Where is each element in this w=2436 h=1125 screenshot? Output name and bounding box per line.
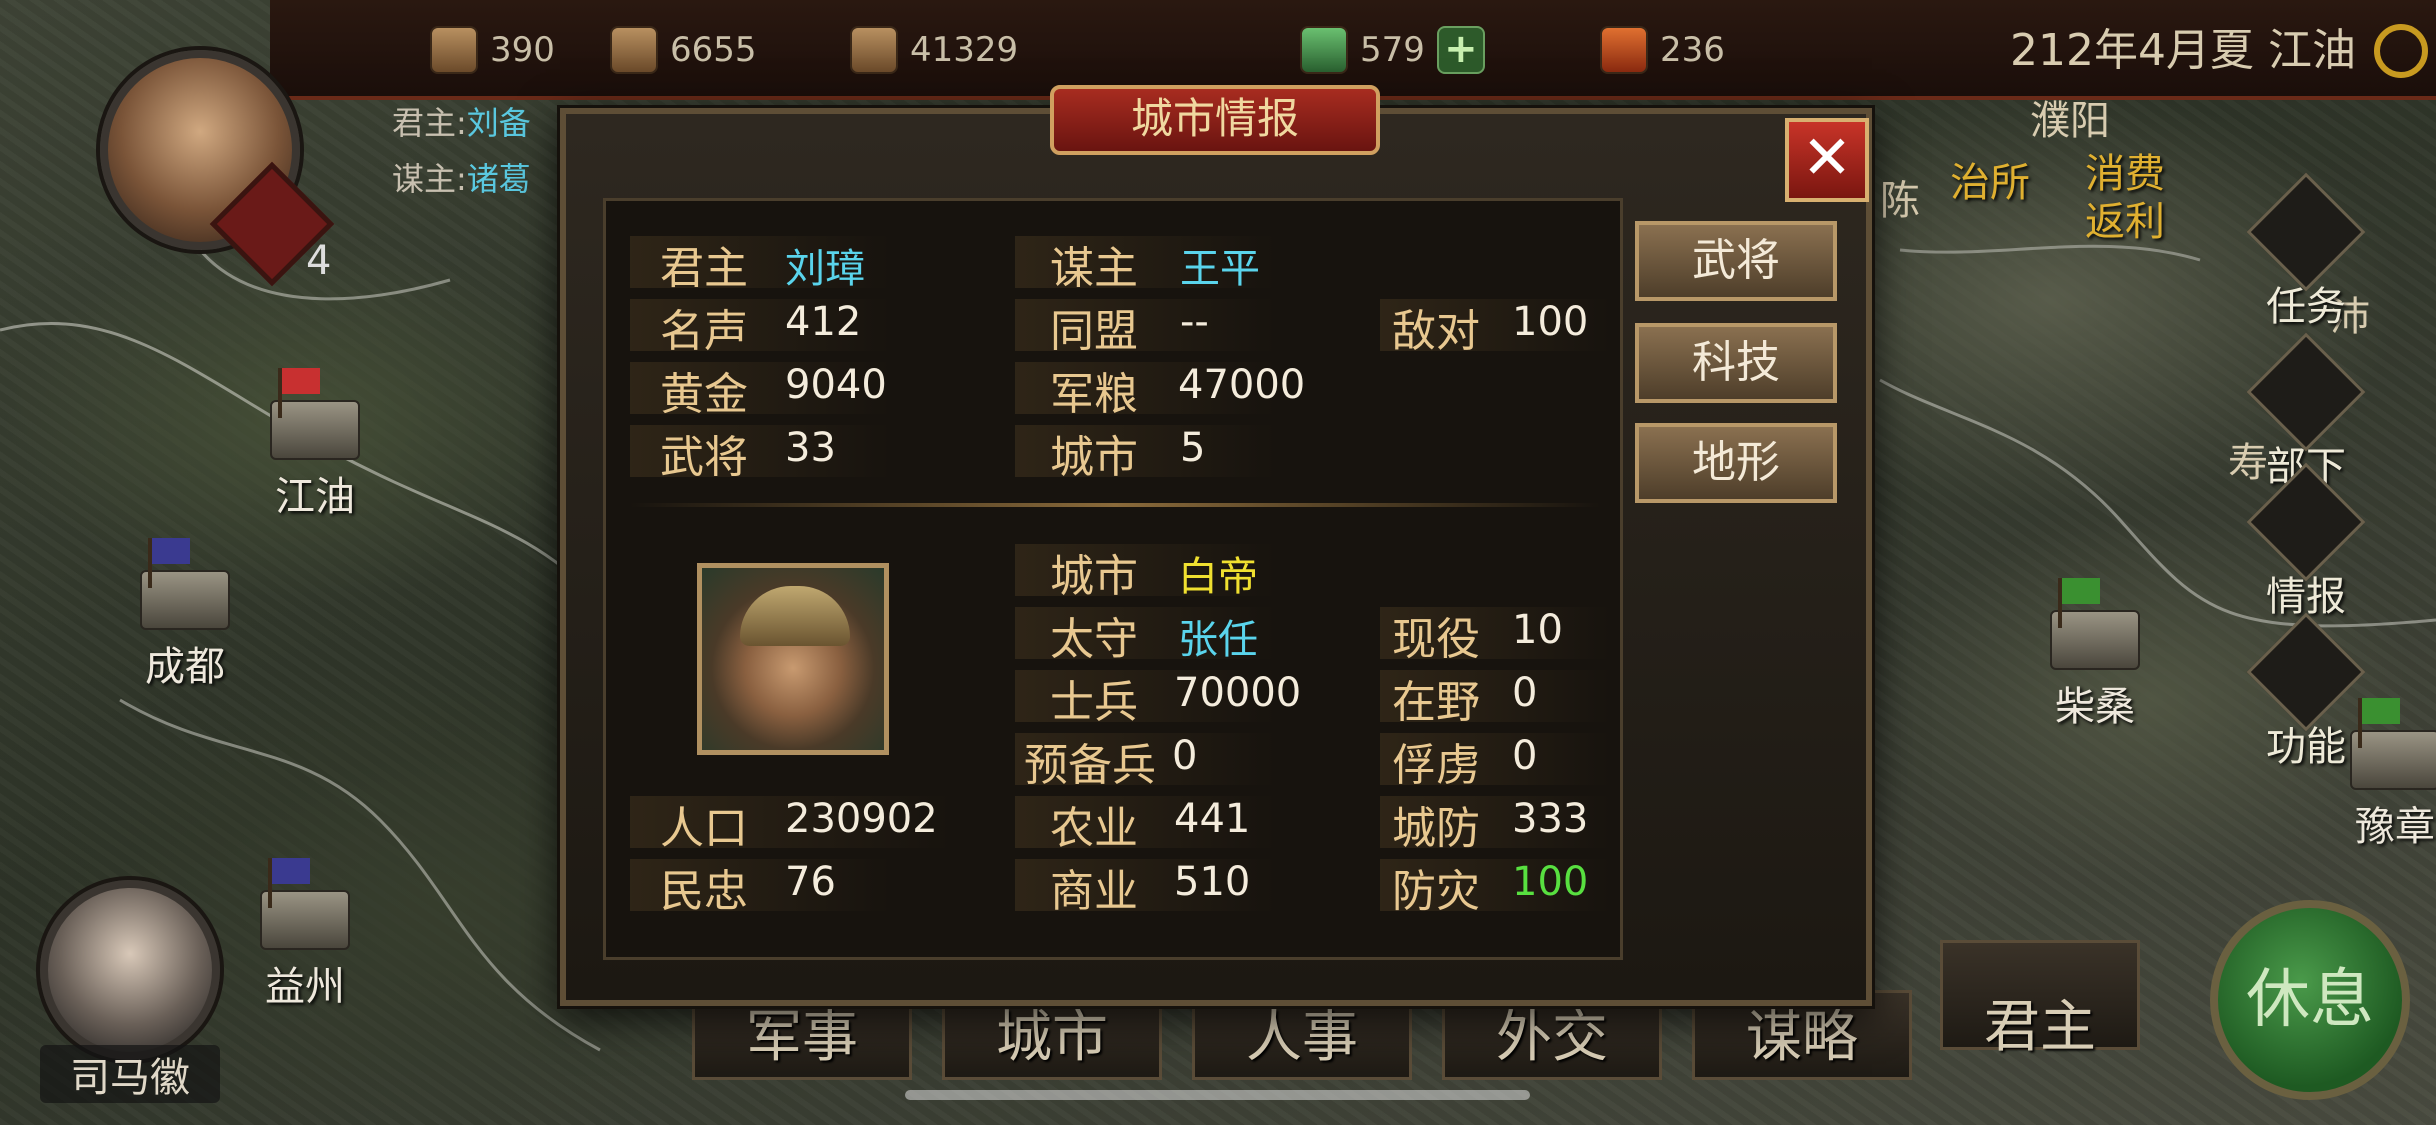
intel-icon [2246,462,2366,582]
coin-pouch-icon [610,26,658,74]
ruler-line: 君主:刘备 [392,104,531,142]
cities-value: 5 [1180,425,1206,471]
active-value: 10 [1512,607,1563,653]
city-marker-chengdu[interactable]: 成都 [140,538,230,692]
soldiers-label: 士兵 [1050,677,1138,728]
strategist-value: 王平 [1180,246,1260,292]
generals-label: 武将 [660,432,748,483]
gear-icon [2246,612,2366,732]
blue-flag-icon [148,538,190,588]
lord-label: 君主 [660,243,748,294]
hostile-label: 敌对 [1392,306,1480,357]
city-marker-jiangyou[interactable]: 江油 [270,368,360,522]
event-rebate[interactable]: 消费返利 [2070,150,2180,246]
fame-label: 名声 [660,306,748,357]
hostile-value: 100 [1512,299,1589,345]
jade-icon [1300,26,1348,74]
wild-value: 0 [1512,670,1538,716]
dialog-title: 城市情报 [1050,85,1380,155]
technology-button[interactable]: 科技 [1635,323,1837,403]
commerce-value: 510 [1174,859,1251,905]
section-divider [630,503,1600,507]
date-location: 212年4月夏 江油 [2010,25,2356,76]
city-marker-chaisang[interactable]: 柴桑 [2050,578,2140,732]
alliance-label: 同盟 [1050,306,1138,357]
rest-button[interactable]: 休息 [2210,900,2410,1100]
city-label: 城市 [1050,551,1138,602]
map-label-chen: 陈 [1880,178,1920,224]
resource-scroll: 236 [1600,22,1725,78]
reserves-label: 预备兵 [1024,740,1156,791]
population-label: 人口 [660,803,748,854]
food-value: 47000 [1178,362,1306,408]
home-indicator[interactable] [905,1090,1530,1100]
menu-function[interactable]: 功能 [2236,612,2376,772]
food-label: 军粮 [1050,369,1138,420]
seal-count: 4 [306,238,332,284]
resource-coins: 6655 [610,22,757,78]
agriculture-label: 农业 [1050,803,1138,854]
governor-avatar[interactable] [697,563,889,755]
city-name: 豫章 [2355,804,2435,850]
soldiers-value: 70000 [1174,670,1302,716]
task-icon [2246,172,2366,292]
gold-label: 黄金 [660,369,748,420]
resource-ore: 390 [430,22,555,78]
disaster-value: 100 [1512,859,1589,905]
governor-label: 太守 [1050,614,1138,665]
generals-value: 33 [785,425,836,471]
tab-ruler[interactable]: 君主 [1940,940,2140,1060]
loyalty-value: 76 [785,859,836,905]
resource-jade: 579 + [1300,22,1485,78]
loyalty-label: 民忠 [660,866,748,917]
defense-label: 城防 [1392,803,1480,854]
cities-label: 城市 [1050,432,1138,483]
blue-flag-icon [268,858,310,908]
city-name: 成都 [145,644,225,690]
menu-intel[interactable]: 情报 [2236,462,2376,622]
governor-value: 张任 [1178,617,1258,663]
bottom-menu: 军事 城市 人事 外交 谋略 君主 [680,940,2140,1125]
strategist-label: 谋主 [1050,243,1138,294]
resource-grain: 41329 [850,22,1018,78]
menu-task[interactable]: 任务 [2236,172,2376,332]
generals-button[interactable]: 武将 [1635,221,1837,301]
grain-icon [850,26,898,74]
captives-label: 俘虏 [1392,740,1480,791]
subordinates-icon [2246,332,2366,452]
red-flag-icon [278,368,320,418]
city-value: 白帝 [1178,554,1258,600]
add-jade-button[interactable]: + [1436,26,1485,74]
advisor-avatar[interactable] [40,880,220,1060]
lord-value: 刘璋 [785,246,865,292]
reserves-value: 0 [1172,733,1198,779]
helmet-icon [740,586,850,646]
gold-value: 9040 [785,362,887,408]
event-zhisuo[interactable]: 治所 [1920,150,2060,208]
defense-value: 333 [1512,796,1589,842]
disaster-label: 防灾 [1392,866,1480,917]
green-flag-icon [2058,578,2100,628]
settings-gear-icon[interactable] [2374,24,2428,78]
advisor-line: 谋主:诸葛 [392,160,531,198]
active-label: 现役 [1392,614,1480,665]
commerce-label: 商业 [1050,866,1138,917]
wild-label: 在野 [1392,677,1480,728]
scroll-icon [1600,26,1648,74]
advisor-name: 司马徽 [40,1045,220,1103]
alliance-value: -- [1180,299,1209,345]
ore-icon [430,26,478,74]
city-marker-yizhou[interactable]: 益州 [260,858,350,1012]
agriculture-value: 441 [1174,796,1251,842]
city-name: 江油 [275,474,355,520]
captives-value: 0 [1512,733,1538,779]
terrain-button[interactable]: 地形 [1635,423,1837,503]
close-button[interactable]: ✕ [1785,118,1869,202]
population-value: 230902 [785,796,938,842]
city-name: 益州 [265,964,345,1010]
fame-value: 412 [785,299,862,345]
city-name: 柴桑 [2055,684,2135,730]
